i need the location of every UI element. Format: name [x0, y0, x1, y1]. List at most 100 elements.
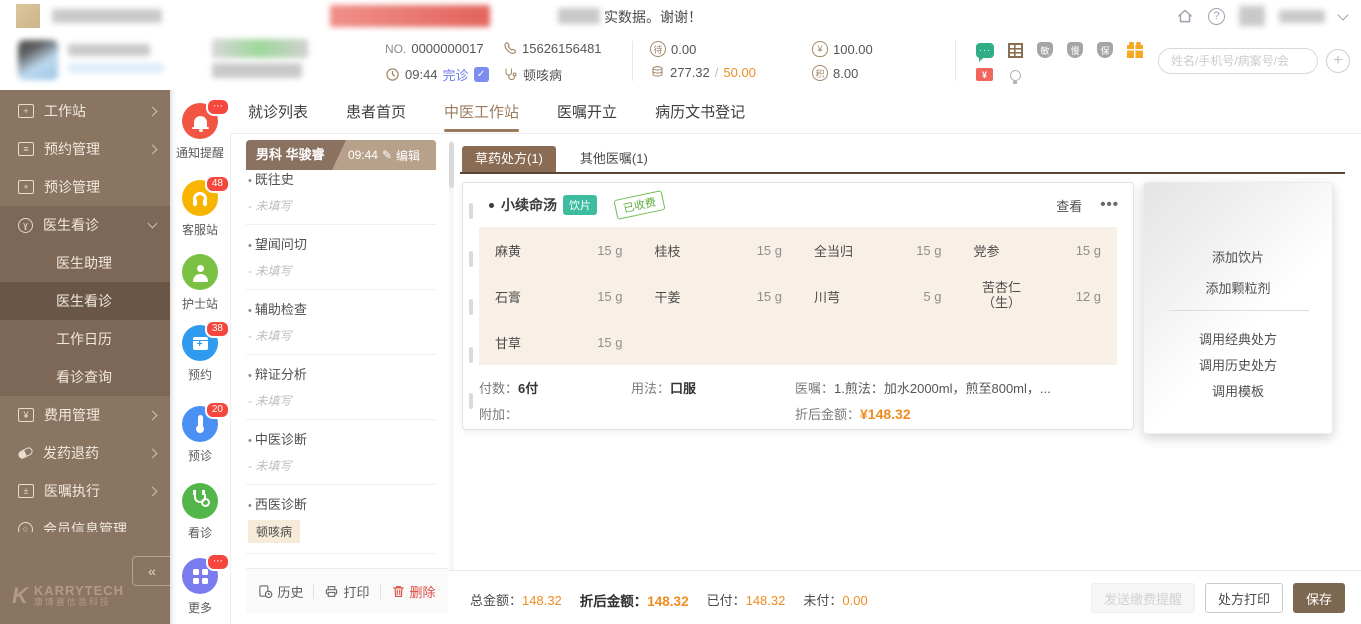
patient-summary-bar: NO.0000000017 09:44 完诊 ✓ 15626156481 顿咳病 — [0, 32, 1361, 91]
tab-order-create[interactable]: 医嘱开立 — [557, 101, 617, 122]
save-button[interactable]: 保存 — [1293, 583, 1345, 613]
use-classic-rx-button[interactable]: 调用经典处方 — [1144, 329, 1332, 348]
home-icon[interactable] — [1176, 7, 1194, 25]
paid-amount: 已付：148.32 — [707, 590, 786, 610]
quicknav-notifications[interactable]: ⋯ 通知提醒 — [170, 103, 230, 161]
vendor-logo: K KARRYTECH 康博嘉信息科技 — [12, 584, 124, 608]
patient-panel-footer: 历史 打印 删除 — [246, 568, 448, 613]
print-button[interactable]: 打印 — [324, 582, 369, 601]
gift-icon[interactable] — [1127, 45, 1143, 58]
insurance-shield-icon: 保 — [1097, 42, 1113, 58]
tab-herbal-prescription[interactable]: 草药处方(1) — [462, 146, 556, 172]
prescription-card: 小续命汤 饮片 已收费 查看 ••• 麻黄15 g 桂枝15 g 全当归15 g… — [462, 182, 1134, 430]
add-herb-pieces-button[interactable]: 添加饮片 — [1144, 247, 1332, 266]
tab-tcm-workstation[interactable]: 中医工作站 — [444, 101, 519, 122]
sidebar-item-doctor-visit[interactable]: ɣ 医生看诊 — [0, 206, 170, 244]
edit-button[interactable]: 编辑 — [396, 147, 420, 164]
prescription-print-button[interactable]: 处方打印 — [1205, 583, 1283, 613]
patient-panel-body[interactable]: 既往史 - 未填写 望闻问切 - 未填写 辅助检查 - 未填写 辩证分析 - 未… — [246, 170, 436, 566]
section-aux-exam: 辅助检查 - 未填写 — [246, 290, 436, 355]
extra-field: 附加： — [479, 404, 518, 423]
tab-underline — [460, 172, 1345, 174]
redacted-org2 — [212, 63, 302, 78]
sidebar-item-workstation[interactable]: + 工作站 — [0, 92, 170, 130]
quicknav-prediagnosis[interactable]: 20 预诊 — [170, 406, 230, 464]
sidebar-item-appointment-mgmt[interactable]: ≡ 预约管理 — [0, 130, 170, 168]
stethoscope-icon: ɣ — [18, 218, 33, 233]
sidebar-item-dispense-return[interactable]: 发药退药 — [0, 434, 170, 472]
sidebar-item-member-info[interactable]: ○ 会员信息管理 — [0, 510, 170, 532]
app-logo — [16, 4, 40, 28]
trash-icon — [391, 584, 406, 599]
sidebar-item-work-calendar[interactable]: 工作日历 — [0, 320, 170, 358]
quicknav-consult[interactable]: 看诊 — [170, 483, 230, 541]
allergy-shield-icon: 敏 — [1037, 42, 1053, 58]
more-icon[interactable]: ••• — [1100, 200, 1119, 210]
binding-dash — [469, 251, 473, 267]
headset-icon[interactable]: 48 — [182, 180, 218, 216]
calendar-icon[interactable]: 38 — [182, 325, 218, 361]
patient-time-edit: 09:44 ✎ 编辑 — [332, 140, 436, 170]
doses-field: 付数：6付 — [479, 378, 538, 397]
redacted-patient-name — [68, 44, 150, 56]
add-granules-button[interactable]: 添加颗粒剂 — [1144, 278, 1332, 297]
sidebar-item-doctor-assistant[interactable]: 医生助理 — [0, 244, 170, 282]
bell-icon[interactable]: ⋯ — [182, 103, 218, 139]
coupon-icon[interactable]: ¥ — [976, 68, 993, 81]
quicknav-more[interactable]: ⋯ 更多 — [170, 558, 230, 616]
redacted-text — [52, 9, 162, 23]
chat-icon[interactable]: ··· — [976, 43, 994, 58]
record-table-icon[interactable] — [1008, 43, 1023, 58]
panel-scrollbar[interactable] — [449, 140, 454, 610]
sidebar-item-prediagnosis-mgmt[interactable]: + 预诊管理 — [0, 168, 170, 206]
view-button[interactable]: 查看 — [1056, 196, 1082, 215]
sidebar-item-order-execution[interactable]: ± 医嘱执行 — [0, 472, 170, 510]
thermometer-icon[interactable]: 20 — [182, 406, 218, 442]
grid-icon[interactable]: ⋯ — [182, 558, 218, 594]
member-icon: ○ — [18, 522, 33, 533]
quicknav-appointment[interactable]: 38 预约 — [170, 325, 230, 383]
chevron-down-icon[interactable] — [1337, 9, 1348, 20]
avatar[interactable] — [1239, 6, 1265, 26]
patient-panel-header: 男科 华骏睿 09:44 ✎ 编辑 — [246, 140, 436, 170]
use-template-button[interactable]: 调用模板 — [1144, 381, 1332, 400]
send-payment-reminder-button[interactable]: 发送缴费提醒 — [1091, 583, 1195, 613]
quick-nav-rail: ⋯ 通知提醒 48 客服站 护士站 38 预约 20 预诊 看诊 — [170, 90, 231, 624]
charged-stamp: 已收费 — [613, 190, 665, 220]
scrollbar-thumb[interactable] — [449, 142, 454, 188]
sidebar-collapse-button[interactable]: « — [132, 556, 171, 586]
chevron-right-icon — [148, 448, 158, 458]
stethoscope-icon[interactable] — [182, 483, 218, 519]
tab-visit-list[interactable]: 就诊列表 — [248, 101, 308, 122]
chevron-right-icon — [148, 106, 158, 116]
notification-badge: ⋯ — [206, 98, 230, 116]
help-icon[interactable]: ? — [1208, 8, 1225, 25]
delete-button[interactable]: 删除 — [391, 582, 436, 601]
workstation-icon: + — [18, 104, 34, 118]
nurse-icon[interactable] — [182, 254, 218, 290]
patient-disease: 顿咳病 — [502, 65, 562, 84]
sidebar-item-fee-mgmt[interactable]: ¥ 费用管理 — [0, 396, 170, 434]
edit-pencil-icon[interactable]: ✎ — [382, 148, 392, 162]
sidebar-item-doctor-consult[interactable]: 医生看诊 — [0, 282, 170, 320]
notification-badge: 38 — [205, 320, 230, 338]
tab-medical-record[interactable]: 病历文书登记 — [655, 101, 745, 122]
tab-other-orders[interactable]: 其他医嘱(1) — [580, 146, 648, 172]
clipboard-check-icon[interactable]: ✓ — [474, 67, 489, 82]
add-patient-button[interactable]: + — [1326, 49, 1350, 73]
sidebar-item-visit-query[interactable]: 看诊查询 — [0, 358, 170, 396]
chronic-shield-icon: 慢 — [1067, 42, 1083, 58]
herb-item: 干姜15 g — [639, 287, 799, 306]
points-icon: 积 — [812, 65, 828, 81]
lightbulb-icon[interactable] — [1010, 70, 1021, 81]
fee-icon: ¥ — [18, 408, 34, 422]
quicknav-nurse-station[interactable]: 护士站 — [170, 254, 230, 312]
use-history-rx-button[interactable]: 调用历史处方 — [1144, 355, 1332, 374]
quicknav-customer-service[interactable]: 48 客服站 — [170, 180, 230, 238]
binding-dash — [469, 299, 473, 315]
search-input[interactable] — [1169, 53, 1307, 69]
patient-search[interactable] — [1158, 48, 1318, 74]
herb-item: 麻黄15 g — [479, 241, 639, 260]
tab-patient-home[interactable]: 患者首页 — [346, 101, 406, 122]
history-button[interactable]: 历史 — [258, 582, 303, 601]
